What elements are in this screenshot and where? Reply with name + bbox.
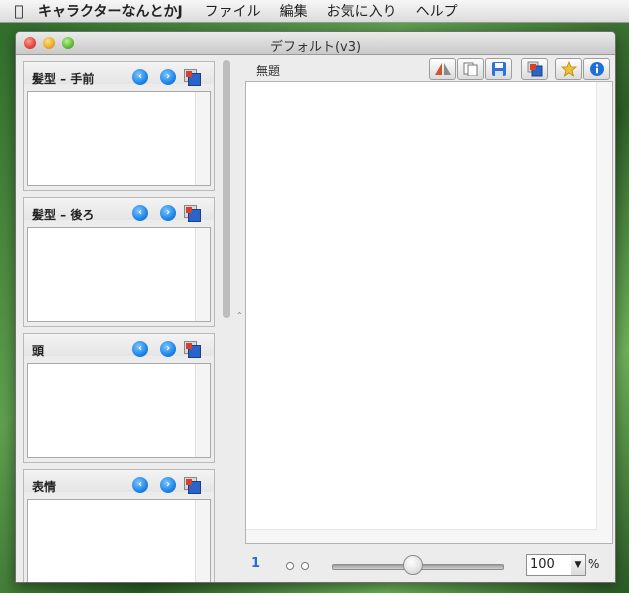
- apple-icon[interactable]: : [0, 2, 38, 20]
- list-scrollbar[interactable]: [195, 228, 210, 321]
- panel-label: 髪型 – 手前: [32, 72, 95, 86]
- flip-button[interactable]: [429, 58, 456, 80]
- copy-pages-button[interactable]: [457, 58, 484, 80]
- prev-arrow-icon[interactable]: ‹: [132, 477, 148, 493]
- copy-layer-button[interactable]: [521, 58, 548, 80]
- copy-layer-icon[interactable]: [184, 477, 201, 494]
- menu-bar:  キャラクターなんとかJ ファイル 編集 お気に入り ヘルプ: [0, 0, 629, 23]
- list-scrollbar[interactable]: [195, 92, 210, 185]
- canvas-vertical-scrollbar[interactable]: [596, 82, 612, 543]
- save-icon: [491, 62, 506, 76]
- list-scrollbar[interactable]: [195, 500, 210, 582]
- pane-splitter[interactable]: ⌃: [235, 56, 243, 582]
- bottom-toolbar: 1 100 ▼ %: [245, 546, 611, 580]
- panel-label: 髪型 – 後ろ: [32, 208, 95, 222]
- panel-label: 表情: [32, 480, 57, 494]
- list-scrollbar[interactable]: [195, 364, 210, 457]
- copy-layer-icon[interactable]: [184, 205, 201, 222]
- copy-layer-icon[interactable]: [184, 69, 201, 86]
- zoom-dropdown-icon[interactable]: ▼: [571, 554, 586, 576]
- zoom-slider-knob[interactable]: [402, 555, 423, 575]
- title-bar[interactable]: デフォルト(v3): [16, 32, 615, 55]
- copy-layer-icon: [527, 61, 542, 77]
- info-button[interactable]: [583, 58, 610, 80]
- preview-canvas[interactable]: [245, 81, 613, 544]
- next-arrow-icon[interactable]: ›: [160, 205, 176, 221]
- parts-panel-hair-front: 髪型 – 手前 ‹ ›: [23, 61, 215, 191]
- parts-list[interactable]: [27, 363, 211, 458]
- menu-app-name[interactable]: キャラクターなんとかJ: [38, 1, 183, 21]
- canvas-horizontal-scrollbar[interactable]: [246, 529, 597, 543]
- next-arrow-icon[interactable]: ›: [160, 69, 176, 85]
- copy-pages-icon: [463, 62, 477, 77]
- parts-panel-hair-back: 髪型 – 後ろ ‹ ›: [23, 197, 215, 327]
- parts-list[interactable]: [27, 227, 211, 322]
- splitter-handle-icon[interactable]: ⌃: [236, 311, 243, 320]
- zoom-unit: %: [588, 557, 600, 571]
- parts-pane: 髪型 – 手前 ‹ › 髪型 – 後ろ ‹ › 頭 ‹ › 表情 ‹ ›: [19, 56, 215, 582]
- page-dot[interactable]: [301, 562, 309, 570]
- prev-arrow-icon[interactable]: ‹: [132, 341, 148, 357]
- menu-favorites[interactable]: お気に入り: [327, 1, 397, 21]
- next-arrow-icon[interactable]: ›: [160, 477, 176, 493]
- flip-icon: [434, 63, 451, 75]
- panel-label: 頭: [32, 344, 45, 358]
- parts-list[interactable]: [27, 499, 211, 582]
- page-dot[interactable]: [286, 562, 294, 570]
- favorite-star-icon: [560, 60, 577, 77]
- main-window: デフォルト(v3) 髪型 – 手前 ‹ › 髪型 – 後ろ ‹ › 頭 ‹ › …: [15, 31, 616, 583]
- scroll-thumb[interactable]: [223, 60, 230, 318]
- next-arrow-icon[interactable]: ›: [160, 341, 176, 357]
- prev-arrow-icon[interactable]: ‹: [132, 205, 148, 221]
- layer-number-icon[interactable]: 1: [251, 556, 260, 571]
- window-title: デフォルト(v3): [269, 40, 362, 55]
- copy-layer-icon[interactable]: [184, 341, 201, 358]
- parts-list[interactable]: [27, 91, 211, 186]
- parts-panel-expression: 表情 ‹ ›: [23, 469, 215, 582]
- save-button[interactable]: [485, 58, 512, 80]
- menu-edit[interactable]: 編集: [280, 1, 308, 21]
- parts-panel-head: 頭 ‹ ›: [23, 333, 215, 463]
- menu-help[interactable]: ヘルプ: [416, 1, 458, 21]
- zoom-input[interactable]: 100: [526, 554, 573, 576]
- info-icon: [589, 62, 604, 76]
- favorite-button[interactable]: [555, 58, 582, 80]
- parts-pane-scrollbar[interactable]: [222, 58, 231, 578]
- document-title: 無題: [256, 64, 281, 78]
- prev-arrow-icon[interactable]: ‹: [132, 69, 148, 85]
- menu-file[interactable]: ファイル: [205, 1, 261, 21]
